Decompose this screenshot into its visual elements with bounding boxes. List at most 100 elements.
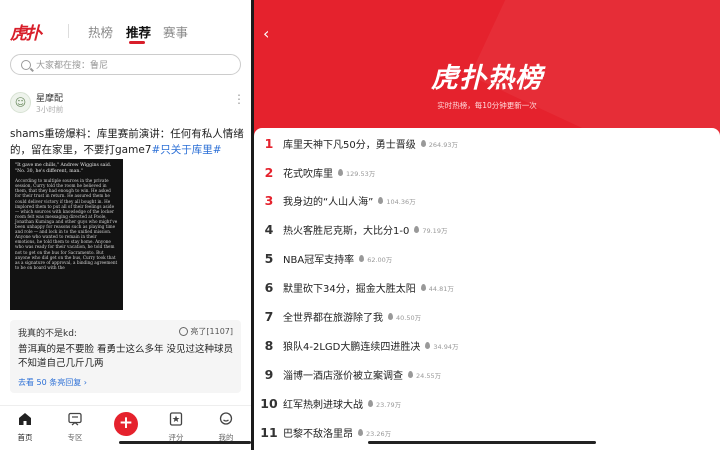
tab-active-indicator <box>129 41 145 44</box>
fire-icon <box>368 400 373 407</box>
item-title: 热火客胜尼克斯，大比分1-0 <box>283 226 410 237</box>
post-hashtag[interactable]: #只关于库里# <box>151 144 221 156</box>
nav-profile[interactable]: 我的 <box>206 412 246 443</box>
nav-rating[interactable]: 评分 <box>156 412 196 443</box>
item-title: 花式吹库里 <box>283 169 333 180</box>
heat-value: 24.55万 <box>416 371 442 380</box>
fire-icon <box>388 313 393 320</box>
nav-home-label: 首页 <box>17 433 33 442</box>
right-pane-hot-list: ‹ 虎扑热榜 实时热榜，每10分钟更新一次 1 库里天神下凡50分，勇士晋级 2… <box>254 0 720 450</box>
heat-value: 23.79万 <box>376 400 402 409</box>
more-replies-link[interactable]: 去看 50 条亮回复 › <box>18 377 87 388</box>
top-comment[interactable]: 我真的不是kd: 亮了[1107] 普洱真的是不要脸 看勇士这么多年 没见过这种… <box>10 320 241 393</box>
image-body: According to multiple sources in the pri… <box>15 178 118 270</box>
nav-zone[interactable]: 专区 <box>55 412 95 443</box>
item-title: 狼队4-2LGD大鹏连续四进胜决 <box>283 342 421 353</box>
item-title: 巴黎不敌洛里昂 <box>283 429 353 440</box>
fire-icon <box>358 429 363 436</box>
hot-list-subtitle: 实时热榜，每10分钟更新一次 <box>437 101 537 110</box>
hot-list: 1 库里天神下凡50分，勇士晋级 264.93万 2 花式吹库里 129.53万… <box>254 128 720 450</box>
item-title: 库里天神下凡50分，勇士晋级 <box>283 140 416 151</box>
item-title: 淄博一酒店涨价被立案调查 <box>283 371 403 382</box>
search-placeholder: 大家都在搜：鲁尼 <box>36 61 109 71</box>
home-indicator[interactable] <box>368 441 596 444</box>
nav-zone-label: 专区 <box>67 433 83 442</box>
heat-value: 79.19万 <box>422 226 448 235</box>
split-screen: 虎扑 热榜 推荐 赛事 大家都在搜：鲁尼 ☺ 星摩配 3小时前 ⋮ shams重… <box>0 0 720 450</box>
post-header: ☺ 星摩配 3小时前 ⋮ <box>10 90 245 116</box>
image-quote: "It gave me chills," Andrew Wiggins said… <box>15 163 112 174</box>
rank-number: 11 <box>260 425 278 440</box>
heat-value: 34.94万 <box>433 342 459 351</box>
item-title: 红军热刺进球大战 <box>283 400 363 411</box>
fire-icon <box>414 226 420 233</box>
rank-number: 5 <box>264 251 274 266</box>
rank-number: 1 <box>264 136 274 151</box>
search-icon <box>21 59 31 70</box>
rank-number: 2 <box>264 165 274 180</box>
rank-number: 3 <box>264 193 274 208</box>
hot-list-item[interactable]: 2 花式吹库里 129.53万 <box>254 158 720 187</box>
top-bar: 虎扑 热榜 推荐 赛事 <box>0 0 251 46</box>
hot-list-title: 虎扑热榜 <box>431 63 543 94</box>
home-icon <box>19 413 31 425</box>
heat-value: 23.26万 <box>366 429 392 438</box>
fire-icon <box>408 371 413 378</box>
fire-icon <box>420 284 426 291</box>
home-indicator[interactable] <box>119 441 251 444</box>
comment-text: 普洱真的是不要脸 看勇士这么多年 没见过这种球员 不知道自己几斤几两 <box>18 344 234 369</box>
search-bar[interactable]: 大家都在搜：鲁尼 <box>10 54 241 75</box>
hot-list-item[interactable]: 8 狼队4-2LGD大鹏连续四进胜决 34.94万 <box>254 331 720 360</box>
light-count-label: 亮了[1107] <box>190 327 233 336</box>
rank-number: 10 <box>260 396 278 411</box>
nav-home[interactable]: 首页 <box>5 412 45 443</box>
rank-number: 4 <box>264 222 274 237</box>
more-options-icon[interactable]: ⋮ <box>233 93 245 105</box>
avatar[interactable]: ☺ <box>10 92 31 113</box>
fire-icon <box>359 255 365 262</box>
hot-list-item[interactable]: 4 热火客胜尼克斯，大比分1-0 79.19万 <box>254 215 720 244</box>
post-image[interactable]: "It gave me chills," Andrew Wiggins said… <box>10 159 123 310</box>
hot-list-item[interactable]: 5 NBA冠军支持率 62.00万 <box>254 244 720 273</box>
heat-value: 129.53万 <box>346 169 376 178</box>
heat-value: 40.50万 <box>396 313 422 322</box>
fire-icon <box>338 169 343 176</box>
fire-icon <box>378 197 384 204</box>
rank-number: 6 <box>264 280 274 295</box>
divider <box>68 24 69 38</box>
rank-number: 7 <box>264 309 274 324</box>
item-title: NBA冠军支持率 <box>283 255 355 266</box>
comment-user: 我真的不是kd: <box>18 329 77 339</box>
rank-number: 9 <box>264 367 274 382</box>
tab-recommend[interactable]: 推荐 <box>126 22 151 41</box>
heat-value: 62.00万 <box>367 255 393 264</box>
back-icon[interactable]: ‹ <box>263 24 269 43</box>
post-plus-button[interactable]: + <box>114 412 138 436</box>
heat-value: 44.81万 <box>428 284 454 293</box>
profile-icon <box>219 412 233 425</box>
item-title: 全世界都在旅游除了我 <box>283 313 383 324</box>
item-title: 我身边的“人山人海” <box>283 197 374 208</box>
post-time: 3小时前 <box>36 105 64 114</box>
hot-list-item[interactable]: 10 红军热刺进球大战 23.79万 <box>254 389 720 418</box>
app-logo[interactable]: 虎扑 <box>10 19 42 44</box>
hot-list-item[interactable]: 3 我身边的“人山人海” 104.36万 <box>254 186 720 215</box>
hot-list-item[interactable]: 6 默里砍下34分，掘金大胜太阳 44.81万 <box>254 273 720 302</box>
rating-icon <box>169 412 183 426</box>
item-title: 默里砍下34分，掘金大胜太阳 <box>283 284 416 295</box>
post-text[interactable]: shams重磅爆料：库里赛前演讲：任何有私人情绪的，留在家里，不要打game7#… <box>10 126 245 158</box>
hot-list-item[interactable]: 1 库里天神下凡50分，勇士晋级 264.93万 <box>254 129 720 158</box>
hot-list-item[interactable]: 7 全世界都在旅游除了我 40.50万 <box>254 302 720 331</box>
left-pane-feed: 虎扑 热榜 推荐 赛事 大家都在搜：鲁尼 ☺ 星摩配 3小时前 ⋮ shams重… <box>0 0 251 450</box>
fire-icon <box>420 140 426 147</box>
light-count[interactable]: 亮了[1107] <box>179 326 233 337</box>
heat-value: 264.93万 <box>428 140 458 149</box>
post-username[interactable]: 星摩配 <box>36 91 63 104</box>
tab-hot[interactable]: 热榜 <box>88 22 113 41</box>
hot-list-banner: ‹ 虎扑热榜 实时热榜，每10分钟更新一次 <box>254 0 720 145</box>
hot-list-item[interactable]: 9 淄博一酒店涨价被立案调查 24.55万 <box>254 360 720 389</box>
tab-events[interactable]: 赛事 <box>163 22 188 41</box>
rank-number: 8 <box>264 338 274 353</box>
zone-icon <box>68 412 82 426</box>
lightbulb-icon <box>179 327 189 336</box>
